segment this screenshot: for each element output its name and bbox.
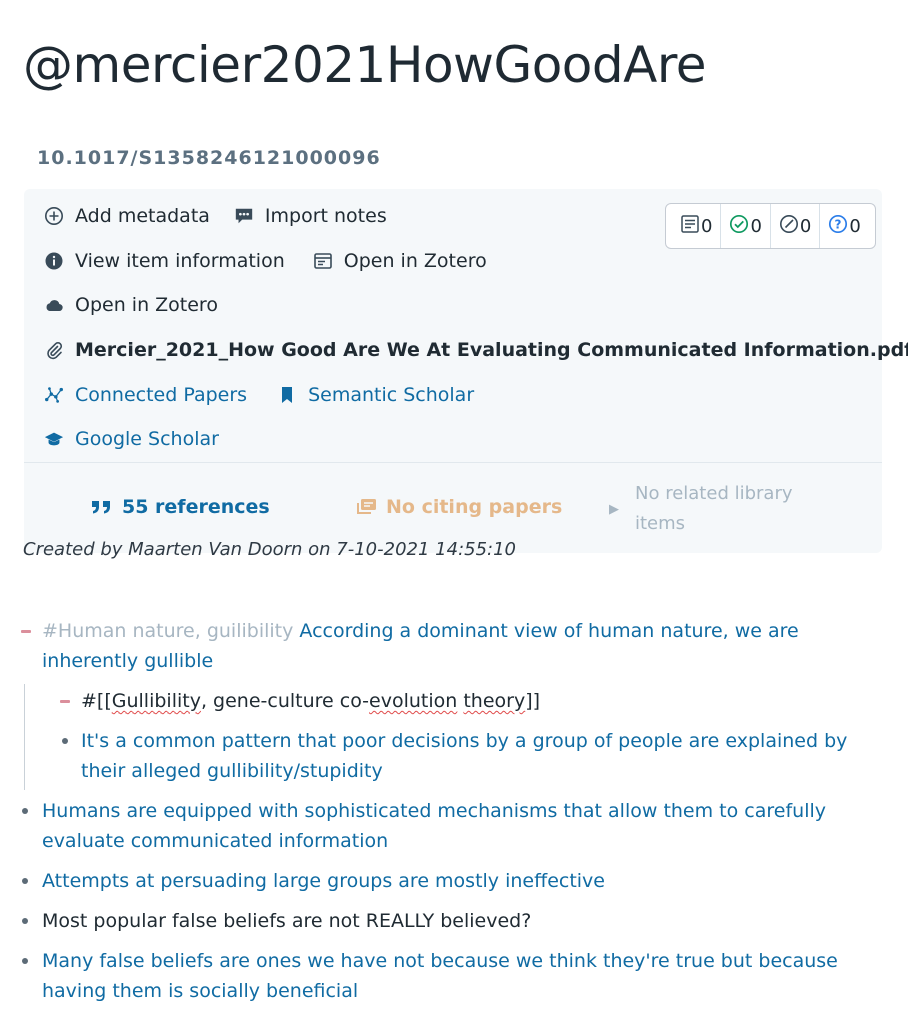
doi-link[interactable]: 10.1017/S1358246121000096	[37, 147, 381, 169]
list-item-text-continued[interactable]: inherently gullible	[42, 646, 213, 676]
graph-icon	[44, 385, 64, 405]
cloud-icon	[44, 295, 64, 315]
references-button[interactable]: 55 references	[90, 496, 270, 518]
semantic-scholar-label: Semantic Scholar	[308, 384, 475, 406]
progress-icon	[779, 214, 800, 239]
citing-icon	[356, 497, 378, 517]
list-item-text[interactable]: Attempts at persuading large groups are …	[42, 866, 605, 896]
import-notes-button[interactable]: Import notes	[234, 205, 387, 227]
text-segment: , gene-culture co-	[200, 690, 370, 712]
list-item-text-continued[interactable]: having them is socially beneficial	[42, 976, 358, 1006]
related-library-label: No related library items	[635, 483, 793, 534]
questions-count: 0	[849, 215, 861, 237]
comment-icon	[234, 206, 254, 226]
notes-counter[interactable]: 0	[672, 204, 722, 248]
open-in-zotero-desktop-button[interactable]: Open in Zotero	[313, 250, 487, 272]
semantic-scholar-link[interactable]: Semantic Scholar	[277, 384, 474, 406]
list-item-text[interactable]: #[[Gullibility, gene-culture co-evolutio…	[81, 686, 540, 716]
open-in-zotero-desktop-label: Open in Zotero	[343, 250, 487, 272]
pdf-attachment-link[interactable]: Mercier_2021_How Good Are We At Evaluati…	[44, 339, 908, 361]
collapse-dash[interactable]	[21, 630, 31, 633]
list-item-text[interactable]: #Human nature, guilibility According a d…	[42, 616, 799, 646]
spelling-word: theory	[463, 690, 526, 712]
pdf-filename: Mercier_2021_How Good Are We At Evaluati…	[75, 339, 908, 361]
tag-human-nature[interactable]: #Human nature, guilibility	[42, 620, 293, 642]
bookmark-icon	[277, 385, 297, 405]
bullet-dot[interactable]	[62, 738, 68, 744]
block-ref[interactable]: According a dominant view of human natur…	[299, 620, 798, 642]
google-scholar-label: Google Scholar	[75, 428, 219, 450]
quote-icon	[90, 497, 114, 517]
connected-papers-link[interactable]: Connected Papers	[44, 384, 247, 406]
metadata-row-5: Connected Papers Semantic Scholar	[44, 384, 474, 406]
bracket-close: ]]	[525, 690, 541, 712]
in-progress-count: 0	[799, 215, 812, 237]
list-item-text-continued[interactable]: evaluate communicated information	[42, 826, 388, 856]
questions-counter[interactable]: ? 0	[820, 204, 868, 248]
connected-papers-label: Connected Papers	[75, 384, 248, 406]
citing-papers-label: No citing papers	[386, 496, 563, 518]
add-metadata-label: Add metadata	[75, 205, 210, 227]
tick-circle-icon	[729, 214, 750, 239]
citing-papers-button[interactable]: No citing papers	[356, 496, 562, 518]
plus-circle-icon	[44, 206, 64, 226]
bullet-dot[interactable]	[22, 958, 28, 964]
notes-count: 0	[701, 215, 713, 237]
metadata-row-2: View item information Open in Zotero	[44, 250, 487, 272]
bullet-dot[interactable]	[22, 878, 28, 884]
spelling-word: evolution	[369, 690, 458, 712]
spelling-word: Gullibility	[111, 690, 201, 712]
list-item-text[interactable]: Many false beliefs are ones we have not …	[42, 946, 838, 976]
references-label: 55 references	[122, 496, 270, 518]
info-icon	[44, 251, 64, 271]
metadata-panel: Add metadata Import notes 0 0 0 ? 0 View…	[24, 189, 908, 553]
graduation-cap-icon	[44, 429, 64, 449]
application-icon	[313, 251, 333, 271]
list-item-text[interactable]: Most popular false beliefs are not REALL…	[42, 906, 531, 936]
page-title: @mercier2021HowGoodAre	[23, 36, 707, 94]
collapse-dash[interactable]	[60, 700, 70, 703]
bullet-dot[interactable]	[22, 918, 28, 924]
add-metadata-button[interactable]: Add metadata	[44, 205, 210, 227]
list-item-text-continued[interactable]: their alleged gullibility/stupidity	[81, 756, 383, 786]
list-item-text[interactable]: Humans are equipped with sophisticated m…	[42, 796, 826, 826]
notes-icon	[680, 214, 701, 239]
created-by-text: Created by Maarten Van Doorn on 7-10-202…	[23, 539, 517, 560]
caret-right-icon: ▶	[609, 501, 619, 517]
bracket-open: #[[	[81, 690, 112, 712]
import-notes-label: Import notes	[264, 205, 387, 227]
metadata-row-1: Add metadata Import notes	[44, 205, 387, 227]
paperclip-icon	[44, 340, 64, 360]
view-item-information-label: View item information	[75, 250, 285, 272]
status-counters: 0 0 0 ? 0	[665, 203, 876, 249]
google-scholar-link[interactable]: Google Scholar	[44, 428, 219, 450]
open-in-zotero-web-button[interactable]: Open in Zotero	[44, 294, 218, 316]
done-counter[interactable]: 0	[721, 204, 771, 248]
related-library-items[interactable]: ▶ No related library items	[609, 479, 835, 539]
list-item-text[interactable]: It's a common pattern that poor decision…	[81, 726, 847, 756]
bullet-dot[interactable]	[22, 808, 28, 814]
panel-divider	[24, 462, 882, 463]
metadata-row-4: Mercier_2021_How Good Are We At Evaluati…	[44, 339, 908, 361]
indent-guide	[24, 684, 25, 790]
done-count: 0	[750, 215, 762, 237]
help-icon: ?	[828, 214, 849, 239]
open-in-zotero-web-label: Open in Zotero	[75, 294, 218, 316]
metadata-row-6: Google Scholar	[44, 428, 219, 450]
metadata-row-3: Open in Zotero	[44, 294, 218, 316]
in-progress-counter[interactable]: 0	[771, 204, 821, 248]
svg-text:?: ?	[835, 217, 842, 231]
view-item-information-button[interactable]: View item information	[44, 250, 285, 272]
